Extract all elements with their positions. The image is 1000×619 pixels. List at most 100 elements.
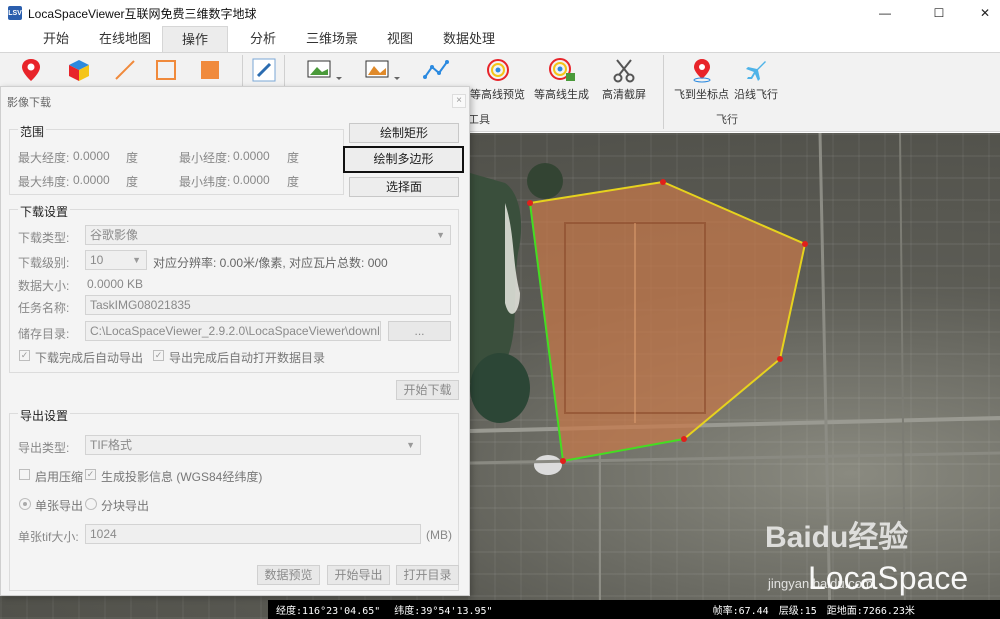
rectangle-outline-icon bbox=[156, 60, 176, 80]
status-bar: 经度:116°23'04.65" 纬度:39°54'13.95" 帧率:67.4… bbox=[268, 600, 1000, 619]
fly-along-line-button[interactable]: 沿线飞行 bbox=[734, 57, 778, 105]
window-title: LocaSpaceViewer互联网免费三维数字地球 bbox=[28, 6, 257, 21]
polyline-icon bbox=[423, 60, 449, 79]
polygon-vertex[interactable] bbox=[681, 436, 687, 442]
min-lon-unit: 度 bbox=[287, 151, 300, 165]
maximize-button[interactable]: ☐ bbox=[916, 0, 962, 26]
browse-dir-button[interactable]: ... bbox=[388, 321, 451, 341]
min-lon-label: 最小经度: bbox=[179, 151, 231, 165]
compression-checkbox[interactable] bbox=[19, 469, 30, 480]
chevron-down-icon: ▼ bbox=[132, 255, 141, 265]
ribbon-separator bbox=[663, 55, 664, 129]
contour-generate-button[interactable]: 等高线生成 bbox=[534, 57, 589, 105]
tiled-export-label: 分块导出 bbox=[101, 499, 150, 513]
hd-capture-label: 高清截屏 bbox=[602, 89, 646, 101]
min-lat-label: 最小纬度: bbox=[179, 175, 231, 189]
max-lon-unit: 度 bbox=[126, 151, 139, 165]
level-readout: 层级:15 bbox=[778, 606, 817, 617]
auto-open-dir-label: 导出完成后自动打开数据目录 bbox=[169, 351, 326, 365]
open-directory-button[interactable]: 打开目录 bbox=[396, 565, 459, 585]
draw-rectangle-button[interactable]: 绘制矩形 bbox=[349, 123, 459, 143]
contour-preview-button[interactable]: 等高线预览 bbox=[470, 57, 525, 105]
start-export-button[interactable]: 开始导出 bbox=[327, 565, 390, 585]
dialog-close-button[interactable]: × bbox=[452, 94, 466, 108]
single-export-label: 单张导出 bbox=[35, 499, 84, 513]
map-pin-icon bbox=[22, 59, 40, 81]
min-lon-value: 0.0000 bbox=[233, 149, 270, 163]
dome-building bbox=[534, 455, 562, 475]
single-export-radio[interactable] bbox=[19, 498, 31, 510]
contour-rings-icon bbox=[486, 59, 509, 81]
latitude-readout: 纬度:39°54'13.95" bbox=[394, 606, 493, 617]
airplane-icon bbox=[746, 61, 766, 81]
tab-operations[interactable]: 操作 bbox=[162, 26, 228, 52]
download-settings-title: 下载设置 bbox=[18, 203, 71, 220]
minimize-button[interactable]: — bbox=[862, 0, 908, 26]
close-button[interactable]: ✕ bbox=[962, 0, 1000, 26]
polygon-vertex[interactable] bbox=[560, 458, 566, 464]
data-preview-button[interactable]: 数据预览 bbox=[257, 565, 320, 585]
contour-preview-label: 等高线预览 bbox=[470, 89, 525, 101]
tab-view[interactable]: 视图 bbox=[376, 26, 424, 52]
baidu-watermark: Baidu经验 bbox=[765, 521, 909, 554]
tab-start[interactable]: 开始 bbox=[30, 26, 82, 52]
contour-generate-icon bbox=[548, 58, 575, 81]
cube-icon bbox=[69, 60, 89, 81]
tif-size-label: 单张tif大小: bbox=[18, 530, 79, 544]
task-name-label: 任务名称: bbox=[18, 301, 70, 315]
download-level-label: 下载级别: bbox=[18, 256, 70, 270]
resolution-info: 对应分辨率: 0.00米/像素, 对应瓦片总数: 000 bbox=[153, 256, 388, 270]
title-bar: LSV LocaSpaceViewer互联网免费三维数字地球 — ☐ ✕ bbox=[0, 0, 1000, 26]
longitude-readout: 经度:116°23'04.65" bbox=[276, 606, 381, 617]
tab-online-map[interactable]: 在线地图 bbox=[88, 26, 162, 52]
download-type-select[interactable]: 谷歌影像 ▼ bbox=[85, 225, 451, 245]
lake bbox=[470, 353, 530, 423]
picture-dropdown-icon bbox=[365, 60, 400, 80]
height-readout: 距地面:7266.23米 bbox=[826, 606, 915, 617]
polygon-vertex[interactable] bbox=[802, 241, 808, 247]
tiled-export-radio[interactable] bbox=[85, 498, 97, 510]
auto-export-checkbox[interactable]: ✓ bbox=[19, 350, 30, 361]
hd-capture-button[interactable]: 高清截屏 bbox=[602, 57, 646, 105]
fly-group-label: 飞行 bbox=[716, 114, 738, 126]
filled-rectangle-icon bbox=[201, 61, 219, 79]
storage-dir-label: 储存目录: bbox=[18, 327, 70, 341]
contour-generate-label: 等高线生成 bbox=[534, 89, 589, 101]
max-lon-value: 0.0000 bbox=[73, 149, 110, 163]
tab-analysis[interactable]: 分析 bbox=[236, 26, 290, 52]
app-logo-icon: LSV bbox=[8, 6, 22, 20]
data-size-label: 数据大小: bbox=[18, 279, 70, 293]
compression-label: 启用压缩 bbox=[35, 470, 84, 484]
line-icon bbox=[115, 60, 135, 80]
fps-readout: 帧率:67.44 bbox=[712, 606, 769, 617]
tif-size-unit: (MB) bbox=[426, 528, 452, 542]
dialog-title: 影像下载 bbox=[7, 97, 51, 109]
download-type-label: 下载类型: bbox=[18, 231, 70, 245]
min-lat-value: 0.0000 bbox=[233, 173, 270, 187]
start-download-button[interactable]: 开始下载 bbox=[396, 380, 459, 400]
select-face-button[interactable]: 选择面 bbox=[349, 177, 459, 197]
download-level-select[interactable]: 10 ▼ bbox=[85, 250, 147, 270]
tab-3d-scene[interactable]: 三维场景 bbox=[296, 26, 368, 52]
max-lat-value: 0.0000 bbox=[73, 173, 110, 187]
polygon-vertex[interactable] bbox=[660, 179, 666, 185]
ribbon-tabs: 开始 在线地图 操作 分析 三维场景 视图 数据处理 bbox=[0, 26, 1000, 52]
max-lat-unit: 度 bbox=[126, 175, 139, 189]
polygon-vertex[interactable] bbox=[777, 356, 783, 362]
chevron-down-icon: ▼ bbox=[406, 440, 415, 450]
projection-checkbox[interactable]: ✓ bbox=[85, 469, 96, 480]
tab-data-processing[interactable]: 数据处理 bbox=[432, 26, 506, 52]
fly-to-coordinate-button[interactable]: 飞到坐标点 bbox=[674, 57, 729, 105]
scissors-icon bbox=[613, 59, 635, 83]
export-type-label: 导出类型: bbox=[18, 441, 70, 455]
image-dropdown-icon bbox=[307, 60, 342, 80]
polygon-vertex[interactable] bbox=[527, 200, 533, 206]
image-download-dialog: 影像下载 × 范围 最大经度: 0.0000 度 最小经度: 0.0000 度 … bbox=[0, 86, 470, 596]
tif-size-input[interactable]: 1024 bbox=[85, 524, 421, 544]
hill-park bbox=[527, 163, 563, 199]
task-name-input[interactable]: TaskIMG08021835 bbox=[85, 295, 451, 315]
auto-open-dir-checkbox[interactable]: ✓ bbox=[153, 350, 164, 361]
storage-dir-input[interactable]: C:\LocaSpaceViewer_2.9.2.0\LocaSpaceView… bbox=[85, 321, 381, 341]
export-type-select[interactable]: TIF格式 ▼ bbox=[85, 435, 421, 455]
draw-polygon-button[interactable]: 绘制多边形 bbox=[343, 146, 464, 173]
